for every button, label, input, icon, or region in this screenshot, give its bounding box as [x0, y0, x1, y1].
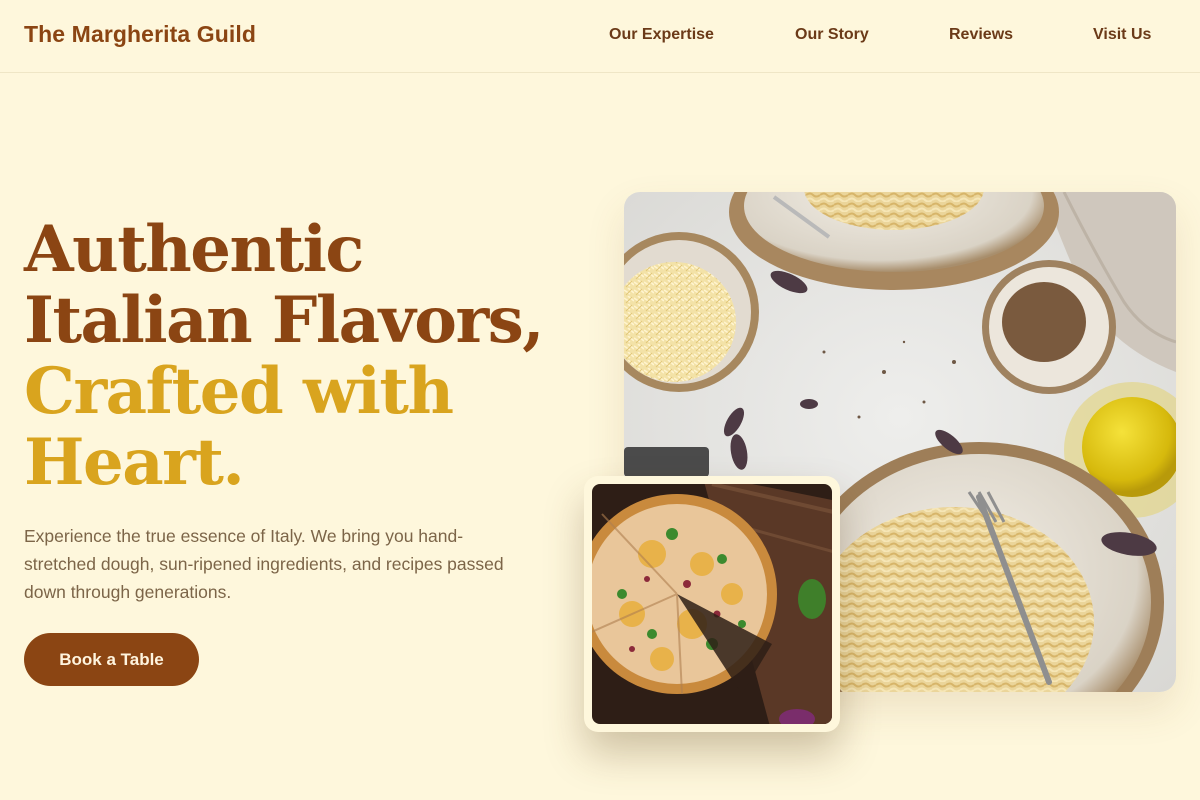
book-table-button[interactable]: Book a Table: [24, 633, 199, 686]
nav-link-visit-us[interactable]: Visit Us: [1093, 26, 1151, 44]
nav-link-reviews[interactable]: Reviews: [949, 26, 1013, 44]
hero-description: Experience the true essence of Italy. We…: [24, 526, 504, 602]
headline-line-2: Italian Flavors,: [24, 283, 545, 358]
headline-line-3: Crafted with: [24, 354, 454, 429]
headline-line-4: Heart.: [24, 425, 245, 500]
nav-links: Our Expertise Our Story Reviews Visit Us: [0, 26, 1200, 50]
nav-link-our-expertise[interactable]: Our Expertise: [609, 26, 714, 44]
inset-photo-frame: [584, 476, 840, 732]
headline-line-1: Authentic: [24, 212, 364, 287]
top-navbar: The Margherita Guild Our Expertise Our S…: [0, 0, 1200, 73]
pizza-board-photo: [592, 484, 832, 724]
hero-headline: Authentic Italian Flavors, Crafted with …: [24, 214, 564, 498]
nav-link-our-story[interactable]: Our Story: [795, 26, 869, 44]
